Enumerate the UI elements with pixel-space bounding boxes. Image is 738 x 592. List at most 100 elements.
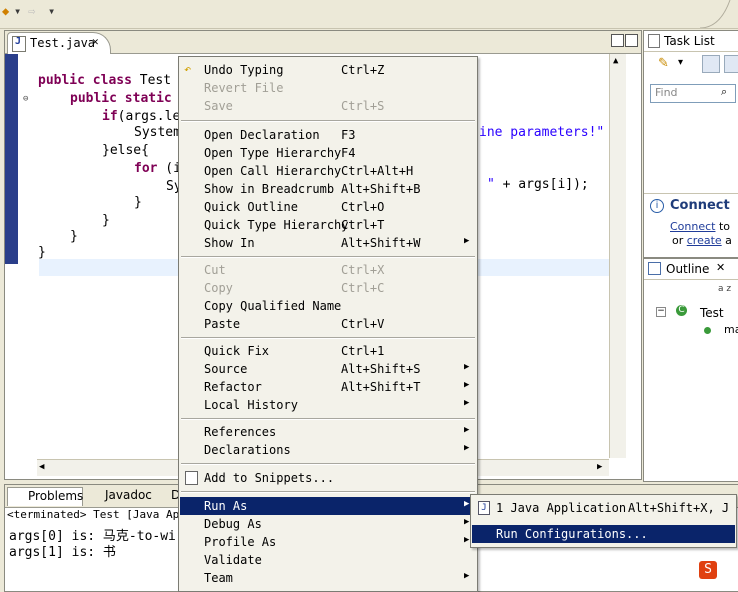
code-line-5: }else{ xyxy=(102,143,149,158)
minimize-icon[interactable] xyxy=(611,34,624,47)
menu-separator xyxy=(181,463,475,465)
categorized-icon[interactable] xyxy=(702,55,720,73)
menu-quick-type-hierarchy[interactable]: Quick Type Hierarchy Ctrl+T xyxy=(180,216,476,234)
connect-link[interactable]: Connect xyxy=(670,220,715,233)
menu-show-in[interactable]: Show In Alt+Shift+W ▶ xyxy=(180,234,476,252)
menu-references[interactable]: References ▶ xyxy=(180,423,476,441)
editor-tab-bar: Test.java ✕ xyxy=(5,31,641,54)
vertical-scrollbar[interactable]: ▲ xyxy=(609,54,626,458)
back-dropdown-icon[interactable]: ▾ xyxy=(14,4,21,18)
submenu-arrow-icon: ▶ xyxy=(464,443,470,453)
menu-source[interactable]: Source Alt+Shift+S ▶ xyxy=(180,360,476,378)
menu-undo-typing[interactable]: ↶ Undo Typing Ctrl+Z xyxy=(180,61,476,79)
menu-debug-as[interactable]: Debug As ▶ xyxy=(180,515,476,533)
menu-revert-file[interactable]: Revert File xyxy=(180,79,476,97)
class-icon: C xyxy=(676,305,687,316)
connect-line: Connect to xyxy=(670,220,731,233)
code-line-9: } xyxy=(102,213,110,228)
tree-toggle-icon[interactable]: − xyxy=(656,307,666,317)
close-icon[interactable]: ✕ xyxy=(716,261,725,274)
line-gutter: ⊖ xyxy=(18,54,34,458)
submenu-arrow-icon: ▶ xyxy=(464,425,470,435)
outline-class-node[interactable]: Test xyxy=(700,306,724,320)
task-list-tab[interactable]: Task List xyxy=(644,31,738,52)
tab-label: Test.java xyxy=(30,36,96,50)
tab-problems[interactable]: Problems xyxy=(7,487,83,506)
run-as-submenu: J 1 Java Application Alt+Shift+X, J Run … xyxy=(470,494,737,548)
scheduled-icon[interactable] xyxy=(724,55,738,73)
create-line: or create a xyxy=(672,234,732,247)
menu-separator xyxy=(181,120,475,122)
method-icon xyxy=(704,327,711,334)
menu-open-call-hierarchy[interactable]: Open Call Hierarchy Ctrl+Alt+H xyxy=(180,162,476,180)
console-line-2: args[1] is: 书 xyxy=(9,545,116,560)
menu-validate[interactable]: Validate xyxy=(180,551,476,569)
main-toolbar: ◆ ▾ ⇨ ▾ xyxy=(0,0,738,29)
find-placeholder: Find xyxy=(655,86,678,99)
sort-icon[interactable]: a z xyxy=(718,285,732,294)
submenu-arrow-icon: ▶ xyxy=(464,517,470,527)
close-icon[interactable]: ✕ xyxy=(92,35,99,48)
menu-separator xyxy=(181,418,475,420)
code-string-fragment: ine parameters!" xyxy=(479,125,605,140)
menu-separator xyxy=(181,256,475,258)
info-icon: i xyxy=(650,199,664,213)
menu-cut[interactable]: Cut Ctrl+X xyxy=(180,261,476,279)
menu-open-declaration[interactable]: Open Declaration F3 xyxy=(180,126,476,144)
maximize-icon[interactable] xyxy=(625,34,638,47)
java-app-icon: J xyxy=(478,501,490,515)
forward-dropdown-icon[interactable]: ▾ xyxy=(48,4,55,18)
menu-quick-fix[interactable]: Quick Fix Ctrl+1 xyxy=(180,342,476,360)
overview-ruler-highlight xyxy=(5,54,18,264)
code-line-10: } xyxy=(70,229,78,244)
search-icon[interactable]: ⌕ xyxy=(721,85,727,99)
code-fragment: " + args[i]); xyxy=(487,177,589,192)
outline-method-node[interactable]: ma xyxy=(724,323,738,336)
outline-tab[interactable]: Outline ✕ xyxy=(644,259,738,280)
fold-collapse-icon[interactable]: ⊖ xyxy=(23,94,28,104)
tab-test-java[interactable]: Test.java ✕ xyxy=(7,32,111,54)
menu-copy[interactable]: Copy Ctrl+C xyxy=(180,279,476,297)
menu-local-history[interactable]: Local History ▶ xyxy=(180,396,476,414)
code-line-4: System xyxy=(134,125,181,140)
ime-logo-icon: S xyxy=(699,561,717,579)
submenu-arrow-icon: ▶ xyxy=(464,499,470,509)
connect-title: Connect xyxy=(670,198,730,213)
new-task-icon[interactable]: ✎ xyxy=(658,56,669,71)
code-line-6: for (i xyxy=(134,161,181,176)
menu-open-type-hierarchy[interactable]: Open Type Hierarchy F4 xyxy=(180,144,476,162)
code-line-1: public class Test xyxy=(38,73,172,88)
menu-show-in-breadcrumb[interactable]: Show in Breadcrumb Alt+Shift+B xyxy=(180,180,476,198)
snippets-icon xyxy=(185,471,198,485)
toolbar-curve-decoration xyxy=(699,0,731,28)
editor-context-menu: ↶ Undo Typing Ctrl+Z Revert File Save Ctrl… xyxy=(178,56,478,592)
code-line-3: if(args.le xyxy=(102,109,181,124)
code-line-2: public static xyxy=(70,91,172,106)
menu-java-application[interactable]: J 1 Java Application Alt+Shift+X, J xyxy=(472,499,735,517)
connect-section: i Connect Connect to or create a xyxy=(644,193,738,256)
menu-quick-outline[interactable]: Quick Outline Ctrl+O xyxy=(180,198,476,216)
outline-title: Outline xyxy=(666,262,710,276)
menu-save[interactable]: Save Ctrl+S xyxy=(180,97,476,115)
create-link[interactable]: create xyxy=(687,234,722,247)
menu-run-configurations[interactable]: Run Configurations... xyxy=(472,525,735,543)
new-task-dropdown-icon[interactable]: ▾ xyxy=(678,57,683,68)
scroll-left-icon[interactable]: ◀ xyxy=(39,462,44,472)
menu-copy-qualified-name[interactable]: Copy Qualified Name xyxy=(180,297,476,315)
submenu-arrow-icon: ▶ xyxy=(464,362,470,372)
menu-add-to-snippets[interactable]: Add to Snippets... xyxy=(180,469,476,487)
scroll-up-icon[interactable]: ▲ xyxy=(613,56,618,66)
back-icon[interactable]: ◆ xyxy=(2,4,9,18)
menu-paste[interactable]: Paste Ctrl+V xyxy=(180,315,476,333)
java-file-icon xyxy=(12,36,26,52)
menu-profile-as[interactable]: Profile As ▶ xyxy=(180,533,476,551)
outline-panel: Outline ✕ a z − C Test ma xyxy=(643,258,738,482)
menu-team[interactable]: Team ▶ xyxy=(180,569,476,587)
find-field[interactable]: Find ⌕ xyxy=(650,84,736,103)
forward-icon[interactable]: ⇨ xyxy=(28,4,35,18)
menu-refactor[interactable]: Refactor Alt+Shift+T ▶ xyxy=(180,378,476,396)
menu-run-as[interactable]: Run As ▶ xyxy=(180,497,476,515)
scroll-right-icon[interactable]: ▶ xyxy=(597,462,602,472)
task-list-title: Task List xyxy=(664,34,715,48)
menu-declarations[interactable]: Declarations ▶ xyxy=(180,441,476,459)
